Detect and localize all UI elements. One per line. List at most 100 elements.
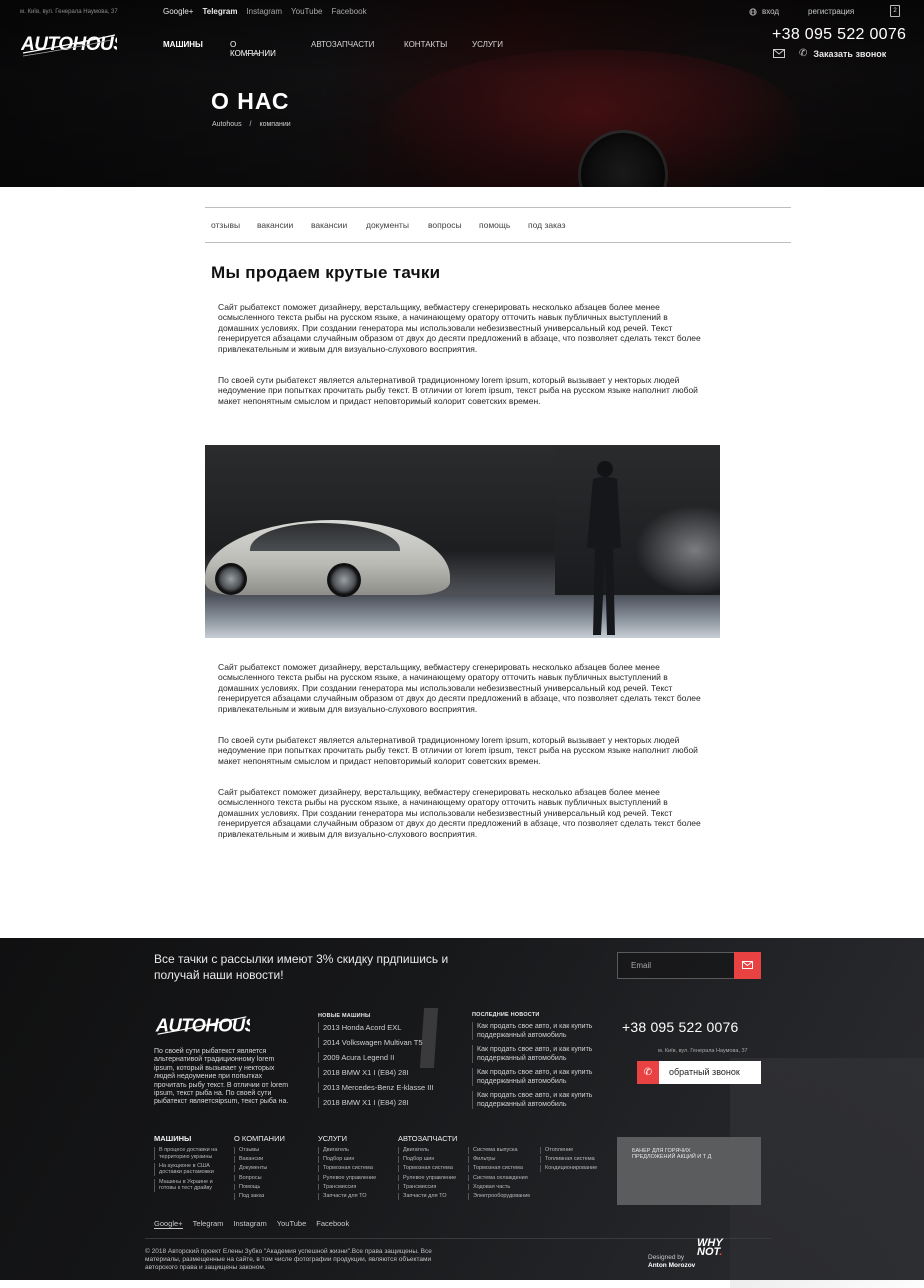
nav-services[interactable]: УСЛУГИ [472, 40, 503, 49]
footer-about: По своей сути рыбатекст является альтерн… [154, 1048, 289, 1106]
callback-button[interactable]: ✆ обратный звонок [637, 1061, 761, 1084]
login-link[interactable]: вход [749, 7, 779, 16]
nav-contacts[interactable]: КОНТАКТЫ [404, 40, 447, 49]
footer-link[interactable]: Помощь [234, 1183, 285, 1191]
news-list: Как продать свое авто, и как купить подд… [472, 1022, 622, 1114]
footer-link[interactable]: Тормозная система [468, 1165, 530, 1172]
new-car-item[interactable]: 2014 Volkswagen Multivan T5 [318, 1037, 433, 1048]
new-car-item[interactable]: 2013 Honda Acord EXL [318, 1022, 433, 1033]
new-cars-list: 2013 Honda Acord EXL 2014 Volkswagen Mul… [318, 1022, 433, 1112]
subnav-documents[interactable]: документы [366, 220, 409, 230]
footer-link[interactable]: Подбор шин [398, 1156, 457, 1163]
footer-link[interactable]: Ходовая часть [468, 1183, 530, 1191]
footer-address: м. Київ, вул. Генерала Наумова, 37 [658, 1048, 748, 1054]
footer-col-title: АВТОЗАПЧАСТИ [398, 1134, 458, 1143]
subscribe-button[interactable] [734, 952, 761, 979]
footer-link[interactable]: Рулевое управление [318, 1174, 376, 1182]
cart-icon[interactable]: 2 [890, 5, 900, 17]
breadcrumb: Autohous / компании [212, 121, 297, 128]
social-instagram-link[interactable]: Instagram [246, 7, 282, 16]
designer-name: Anton Morozov [648, 1261, 696, 1269]
email-field-wrap [617, 952, 735, 979]
new-car-item[interactable]: 2018 BMW X1 I (E84) 28I [318, 1067, 433, 1078]
footer-link[interactable]: В процесе доставки на территорию украины [154, 1147, 224, 1161]
social-youtube-link[interactable]: YouTube [291, 7, 322, 16]
company-subnav: отзывы вакансии вакансии документы вопро… [205, 207, 791, 243]
footer-link[interactable]: Электрооборудование [468, 1192, 530, 1200]
article-paragraph-5: Сайт рыбатекст поможет дизайнеру, верста… [218, 787, 701, 839]
footer-link[interactable]: Подбор шин [318, 1156, 376, 1163]
nav-parts[interactable]: АВТОЗАПЧАСТИ [311, 40, 374, 49]
footer-logo[interactable]: AUTOHOUSE [154, 1013, 250, 1040]
breadcrumb-separator: / [249, 121, 252, 128]
footer-link[interactable]: Система выпуска [468, 1147, 530, 1154]
footer-col-services: УСЛУГИ Двигатель Подбор шин Тормозная си… [318, 1134, 376, 1202]
autohouse-logo[interactable]: AUTOHOUSE [21, 31, 117, 59]
footer-col-parts-3: Отопление Топливная система Кондициониро… [540, 1147, 597, 1175]
social-googleplus-link[interactable]: Google+ [163, 7, 193, 16]
footer-youtube-link[interactable]: YouTube [277, 1219, 306, 1229]
globe-icon [749, 7, 757, 16]
article-paragraph-3: Сайт рыбатекст поможет дизайнеру, верста… [218, 662, 701, 714]
footer-link[interactable]: Двигатель [318, 1147, 376, 1154]
mail-icon[interactable] [773, 49, 785, 58]
article-paragraph-4: По своей сути рыбатекст является альтерн… [218, 735, 698, 766]
footer-link[interactable]: Запчасти для ТО [318, 1192, 376, 1200]
new-car-item[interactable]: 2018 BMW X1 I (E84) 28I [318, 1097, 433, 1108]
footer-link[interactable]: Тормозная система [318, 1165, 376, 1172]
new-car-item[interactable]: 2013 Mercedes-Benz E-klasse III [318, 1082, 433, 1093]
footer-link[interactable]: Тормозная система [398, 1165, 457, 1172]
footer-link[interactable]: На аукционе в США доставки растаможки [154, 1162, 224, 1176]
footer-link[interactable]: Запчасти для ТО [398, 1192, 457, 1200]
breadcrumb-home[interactable]: Autohous [212, 121, 242, 128]
article-photo [205, 445, 720, 638]
footer-link[interactable]: Двигатель [398, 1147, 457, 1154]
footer-link[interactable]: Вопросы [234, 1174, 285, 1182]
promo-banner[interactable]: БАНЕР ДЛЯ ГОРЯЧИХ ПРЕДЛОЖЕНИЙ АКЦИЙ И Т … [617, 1137, 761, 1205]
footer-link[interactable]: Вакансии [234, 1156, 285, 1163]
footer-link[interactable]: Под заказ [234, 1192, 285, 1200]
news-item[interactable]: Как продать свое авто, и как купить подд… [472, 1068, 622, 1086]
footer-link[interactable]: Рулевое управление [398, 1174, 457, 1182]
nav-company[interactable]: О КОМПАНИИ [230, 40, 276, 58]
footer-googleplus-link[interactable]: Google+ [154, 1219, 183, 1229]
copyright: © 2018 Авторский проект Елены Зубко "Ака… [145, 1248, 432, 1271]
footer-telegram-link[interactable]: Telegram [193, 1219, 224, 1229]
subnav-vacancies-2[interactable]: вакансии [311, 220, 347, 230]
top-address: м. Київ, вул. Генерала Наумова, 37 [20, 9, 118, 15]
banner-text: БАНЕР ДЛЯ ГОРЯЧИХ ПРЕДЛОЖЕНИЙ АКЦИЙ И Т … [632, 1148, 712, 1160]
footer-link[interactable]: Трансмиссия [398, 1183, 457, 1191]
news-item[interactable]: Как продать свое авто, и как купить подд… [472, 1091, 622, 1109]
subnav-to-order[interactable]: под заказ [528, 220, 566, 230]
footer-link[interactable]: Документы [234, 1165, 285, 1172]
subnav-help[interactable]: помощь [479, 220, 510, 230]
new-car-item[interactable]: 2009 Acura Legend II [318, 1052, 433, 1063]
footer-link[interactable]: Отзывы [234, 1147, 285, 1154]
phone-icon: ✆ [799, 48, 808, 59]
footer-link[interactable]: Трансмиссия [318, 1183, 376, 1191]
footer-instagram-link[interactable]: Instagram [233, 1219, 266, 1229]
footer-link[interactable]: Машины в Украине и готовы к тест драйву [154, 1178, 224, 1192]
order-call-button[interactable]: Заказать звонок [813, 49, 886, 59]
footer-link[interactable]: Топливная система [540, 1156, 597, 1163]
footer-col-title: УСЛУГИ [318, 1134, 348, 1143]
whynot-logo[interactable]: WHY NOT. [697, 1238, 723, 1258]
register-link[interactable]: регистрация [808, 7, 854, 16]
news-item[interactable]: Как продать свое авто, и как купить подд… [472, 1045, 622, 1063]
footer-link[interactable]: Фильтры [468, 1156, 530, 1163]
footer-link[interactable]: Кондиционирование [540, 1165, 597, 1172]
social-telegram-link[interactable]: Telegram [202, 7, 237, 16]
footer-facebook-link[interactable]: Facebook [316, 1219, 349, 1229]
footer-link[interactable]: Система охлаждения [468, 1174, 530, 1182]
social-facebook-link[interactable]: Facebook [331, 7, 366, 16]
header-phone[interactable]: +38 095 522 0076 [772, 26, 906, 44]
nav-cars[interactable]: МАШИНЫ [163, 40, 203, 49]
subnav-vacancies-1[interactable]: вакансии [257, 220, 293, 230]
news-item[interactable]: Как продать свое авто, и как купить подд… [472, 1022, 622, 1040]
email-input[interactable] [618, 953, 734, 978]
subnav-questions[interactable]: вопросы [428, 220, 462, 230]
subnav-reviews[interactable]: отзывы [211, 220, 240, 230]
footer-link[interactable]: Отопление [540, 1147, 597, 1154]
footer-phone[interactable]: +38 095 522 0076 [622, 1019, 738, 1035]
footer-col-title: МАШИНЫ [154, 1134, 192, 1143]
